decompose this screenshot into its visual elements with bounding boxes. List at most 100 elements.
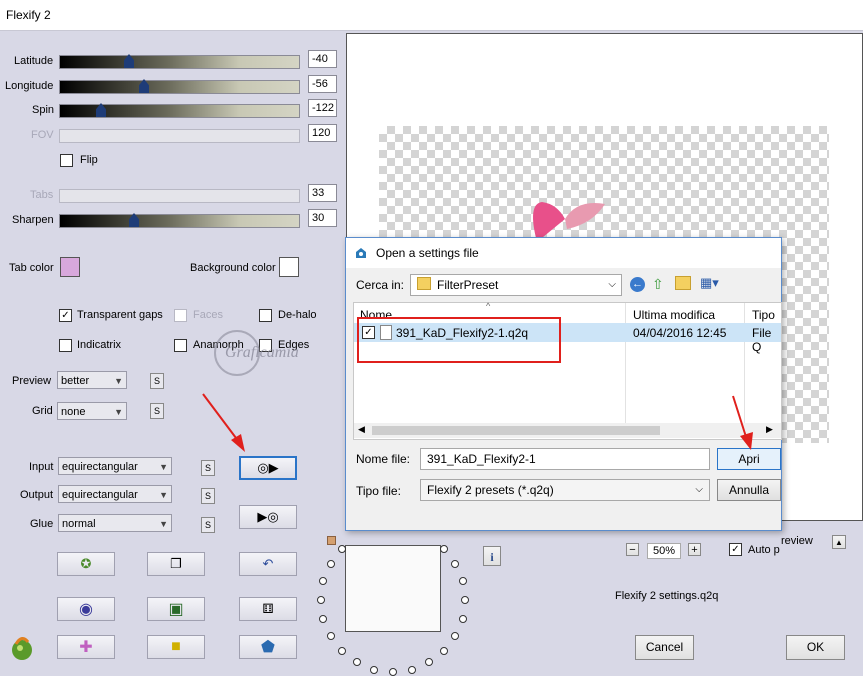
grid-select[interactable]: none ▼ xyxy=(57,402,127,420)
window-title: Flexify 2 xyxy=(6,8,51,22)
indicatrix-checkbox[interactable] xyxy=(59,339,72,352)
handle-marker[interactable] xyxy=(327,536,336,545)
rotation-dot[interactable] xyxy=(319,577,327,585)
slider-thumb[interactable] xyxy=(96,103,106,117)
chevron-down-icon: ⌵ xyxy=(695,484,703,495)
background-color-swatch[interactable] xyxy=(279,257,299,277)
back-icon[interactable]: ← xyxy=(630,277,645,292)
scroll-left-icon[interactable]: ◀ xyxy=(358,424,365,435)
look-in-select[interactable]: FilterPreset ⌵ xyxy=(410,274,622,296)
value-field-spin[interactable]: -122 xyxy=(308,99,337,117)
rotation-dot[interactable] xyxy=(459,577,467,585)
background-color-label: Background color xyxy=(190,262,276,274)
input-label: Input xyxy=(29,461,54,473)
cube-button[interactable]: ■ xyxy=(147,635,205,659)
column-header-modified[interactable]: Ultima modifica xyxy=(633,308,715,322)
rotation-dot[interactable] xyxy=(461,596,469,604)
input-s-button[interactable]: S xyxy=(201,460,215,476)
input-projection-select[interactable]: equirectangular ▼ xyxy=(58,457,172,475)
flaming-pear-logo-icon[interactable] xyxy=(8,634,36,662)
rotation-dot[interactable] xyxy=(451,632,459,640)
grid-s-button[interactable]: S xyxy=(150,403,164,419)
cross-button[interactable]: ✚ xyxy=(57,635,115,659)
rotation-dot[interactable] xyxy=(425,658,433,666)
flip-checkbox[interactable] xyxy=(60,154,73,167)
value-field-latitude[interactable]: -40 xyxy=(308,50,337,68)
ring-button[interactable]: ◉ xyxy=(57,597,115,621)
slider-thumb[interactable] xyxy=(124,54,134,68)
collapse-button[interactable]: ▲ xyxy=(832,535,846,549)
rotation-dot[interactable] xyxy=(370,666,378,674)
rotation-dot[interactable] xyxy=(440,647,448,655)
de-halo-checkbox[interactable] xyxy=(259,309,272,322)
rotation-dot[interactable] xyxy=(327,560,335,568)
zoom-out-button[interactable]: − xyxy=(626,543,639,556)
chevron-down-icon: ▼ xyxy=(114,376,123,386)
transparent-gaps-checkbox[interactable]: ✓ xyxy=(59,309,72,322)
view-menu-icon[interactable]: ▦▾ xyxy=(700,275,719,291)
value-field-longitude[interactable]: -56 xyxy=(308,75,337,93)
cancel-button[interactable]: Cancel xyxy=(635,635,694,660)
up-folder-icon[interactable]: ⇧ xyxy=(652,276,664,293)
rotation-dot[interactable] xyxy=(440,545,448,553)
column-header-type[interactable]: Tipo xyxy=(752,308,775,322)
info-button[interactable]: i xyxy=(483,546,501,566)
copy-button[interactable]: ❐ xyxy=(147,552,205,576)
save-preset-button[interactable]: ▶◎ xyxy=(239,505,297,529)
faces-checkbox[interactable] xyxy=(174,309,187,322)
rotation-dot[interactable] xyxy=(327,632,335,640)
load-preset-button[interactable]: ◎▶ xyxy=(239,456,297,480)
output-s-button[interactable]: S xyxy=(201,488,215,504)
frame-button[interactable]: ▣ xyxy=(147,597,205,621)
rotation-dot[interactable] xyxy=(451,560,459,568)
undo-icon: ↶ xyxy=(262,556,274,571)
horizontal-scrollbar[interactable]: ◀ ▶ xyxy=(354,423,781,438)
rotation-dot[interactable] xyxy=(389,668,397,676)
preview-select[interactable]: better ▼ xyxy=(57,371,127,389)
settings-filename: Flexify 2 settings.q2q xyxy=(615,590,719,602)
rotation-dot[interactable] xyxy=(408,666,416,674)
rotation-dot[interactable] xyxy=(338,545,346,553)
randomize-button[interactable]: ✪ xyxy=(57,552,115,576)
scrollbar-thumb[interactable] xyxy=(372,426,660,435)
dialog-title: Open a settings file xyxy=(376,246,479,260)
new-folder-icon[interactable] xyxy=(675,276,691,290)
undo-button[interactable]: ↶ xyxy=(239,552,297,576)
value-field-fov[interactable]: 120 xyxy=(308,124,337,142)
slider-sharpen[interactable] xyxy=(59,213,300,228)
output-projection-select[interactable]: equirectangular ▼ xyxy=(58,485,172,503)
auto-preview-checkbox[interactable]: ✓ xyxy=(729,543,742,556)
filetype-select[interactable]: Flexify 2 presets (*.q2q) ⌵ xyxy=(420,479,710,501)
value-field-tabs[interactable]: 33 xyxy=(308,184,337,202)
slider-latitude[interactable] xyxy=(59,54,300,69)
slider-thumb[interactable] xyxy=(139,79,149,93)
grid-label: Grid xyxy=(32,405,53,417)
value-field-sharpen[interactable]: 30 xyxy=(308,209,337,227)
glue-s-button[interactable]: S xyxy=(201,517,215,533)
zoom-in-button[interactable]: + xyxy=(688,543,701,556)
scroll-right-icon[interactable]: ▶ xyxy=(766,424,773,435)
indicatrix-label: Indicatrix xyxy=(77,339,122,351)
slider-thumb[interactable] xyxy=(129,213,139,227)
navigator-thumbnail[interactable] xyxy=(345,545,441,632)
slider-fov[interactable] xyxy=(59,129,300,143)
dialog-cancel-button[interactable]: Annulla xyxy=(717,479,781,501)
tab-color-swatch[interactable] xyxy=(60,257,80,277)
rotation-dot[interactable] xyxy=(317,596,325,604)
pentagon-button[interactable]: ⬟ xyxy=(239,635,297,659)
anamorph-checkbox[interactable] xyxy=(174,339,187,352)
rotation-dot[interactable] xyxy=(459,615,467,623)
glue-select[interactable]: normal ▼ xyxy=(58,514,172,532)
file-list[interactable]: ^ Nome Ultima modifica Tipo ✓ 391_KaD_Fl… xyxy=(353,301,782,440)
rotation-dot[interactable] xyxy=(338,647,346,655)
slider-longitude[interactable] xyxy=(59,79,300,94)
slider-tabs[interactable] xyxy=(59,189,300,203)
slider-spin[interactable] xyxy=(59,103,300,118)
ok-button[interactable]: OK xyxy=(786,635,845,660)
random-dice-button[interactable]: ⚅ xyxy=(239,597,297,621)
rotation-dot[interactable] xyxy=(353,658,361,666)
blue-pentagon-icon: ⬟ xyxy=(261,639,275,656)
filename-input[interactable]: 391_KaD_Flexify2-1 xyxy=(420,448,710,470)
preview-s-button[interactable]: S xyxy=(150,373,164,389)
rotation-dot[interactable] xyxy=(319,615,327,623)
